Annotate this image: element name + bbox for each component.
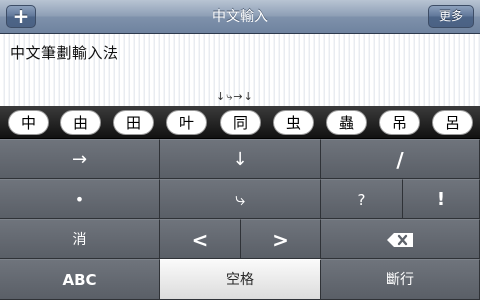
more-button[interactable]: 更多 xyxy=(428,5,474,28)
candidate-9[interactable]: 呂 xyxy=(432,110,473,135)
backspace-icon xyxy=(387,233,413,247)
stroke-dot-label: • xyxy=(74,190,85,209)
page-title: 中文輸入 xyxy=(212,9,268,25)
candidate-4[interactable]: 叶 xyxy=(166,110,207,135)
candidate-3[interactable]: 田 xyxy=(113,110,154,135)
add-button[interactable]: + xyxy=(6,5,36,28)
exclamation-label: ! xyxy=(436,189,446,210)
stroke-key-vertical[interactable]: ↓ xyxy=(160,139,321,179)
return-key[interactable]: 斷行 xyxy=(321,259,480,300)
clear-key[interactable]: 消 xyxy=(0,219,160,259)
clear-label: 消 xyxy=(72,232,87,248)
navigation-bar: + 中文輸入 更多 xyxy=(0,0,480,34)
stroke-vertical-label: ↓ xyxy=(232,149,248,170)
return-label: 斷行 xyxy=(386,272,414,288)
wildcard-label: ? xyxy=(357,191,366,209)
exclamation-key[interactable]: ! xyxy=(403,179,480,219)
stroke-key-turning[interactable]: ⤷ xyxy=(160,179,321,219)
delete-key[interactable] xyxy=(321,219,480,259)
cursor-left-label: < xyxy=(191,228,209,252)
stroke-key-dot[interactable]: • xyxy=(0,179,160,219)
candidate-1[interactable]: 中 xyxy=(8,110,49,135)
candidate-bar: 中 由 田 叶 同 虫 蟲 吊 呂 xyxy=(0,106,480,139)
stroke-keyboard: → ↓ / • ⤷ ? ! 消 < > ABC 空格 斷行 xyxy=(0,139,480,300)
wildcard-key[interactable]: ? xyxy=(321,179,403,219)
cursor-left-key[interactable]: < xyxy=(160,219,241,259)
space-key[interactable]: 空格 xyxy=(160,259,321,300)
stroke-turning-label: ⤷ xyxy=(234,189,246,210)
cursor-right-label: > xyxy=(272,228,289,252)
candidate-2[interactable]: 由 xyxy=(60,110,101,135)
stroke-horizontal-label: → xyxy=(71,149,88,170)
stroke-sequence: ↓⤷→↓ xyxy=(216,90,254,103)
candidate-7[interactable]: 蟲 xyxy=(326,110,367,135)
stroke-key-horizontal[interactable]: → xyxy=(0,139,160,179)
space-label: 空格 xyxy=(226,272,254,288)
candidate-6[interactable]: 虫 xyxy=(273,110,314,135)
cursor-right-key[interactable]: > xyxy=(241,219,321,259)
candidate-5[interactable]: 同 xyxy=(220,110,261,135)
editor-text: 中文筆劃輸入法 xyxy=(10,44,119,62)
candidate-8[interactable]: 吊 xyxy=(379,110,420,135)
stroke-key-left-falling[interactable]: / xyxy=(321,139,480,179)
chinese-input-screen: + 中文輸入 更多 中文筆劃輸入法 ↓⤷→↓ 中 由 田 叶 同 虫 蟲 吊 呂… xyxy=(0,0,480,300)
abc-key[interactable]: ABC xyxy=(0,259,160,300)
abc-label: ABC xyxy=(62,271,97,289)
stroke-left-falling-label: / xyxy=(396,148,404,172)
